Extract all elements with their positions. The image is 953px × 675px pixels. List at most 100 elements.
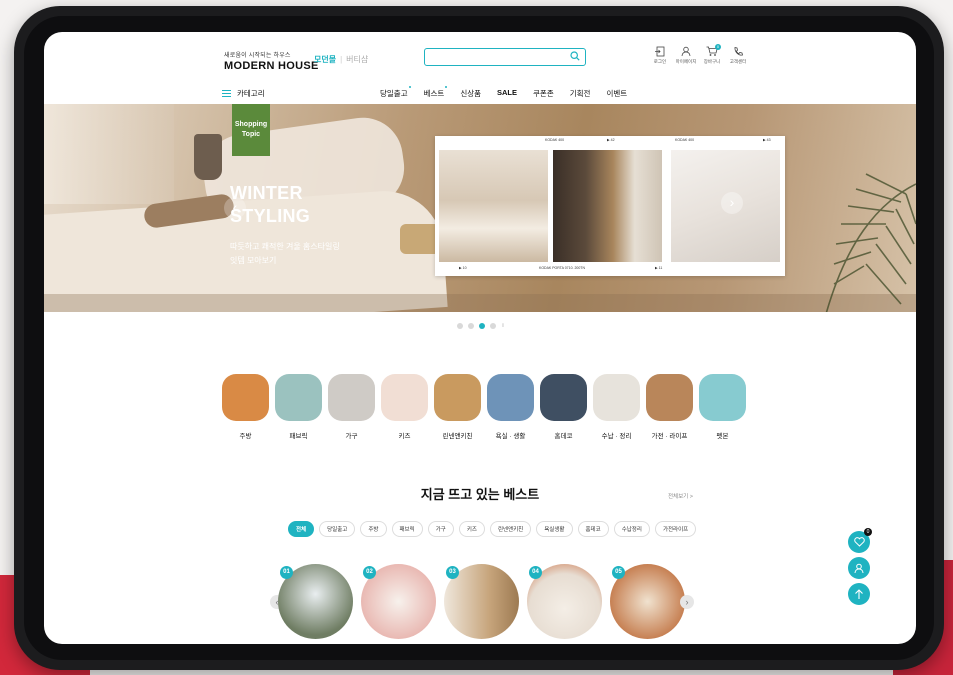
cart-count-badge: 0 [715,44,721,50]
rank-badge: 03 [446,566,459,579]
nav-item-same-day[interactable]: 당일출고 [380,86,411,99]
film-label: ▶ 10 [459,266,467,270]
category-label: 린넨앤키친 [442,433,473,440]
filter-chip[interactable]: 홈데코 [577,521,609,537]
category-menu-button[interactable]: 카테고리 [222,88,265,99]
nav-item-event[interactable]: 이벤트 [606,88,627,99]
floating-mypage-button[interactable] [848,557,870,579]
category-image [275,374,322,421]
chevron-right-icon: › [729,194,735,210]
category-label: 키즈 [398,433,411,440]
best-product-carousel: 01 02 03 04 05 [278,564,685,639]
filter-chip[interactable]: 당일출고 [319,521,356,537]
shop-tab-buttishop[interactable]: 버티샵 [346,55,368,64]
rank-badge: 02 [363,566,376,579]
banner-basket-shape [400,224,440,254]
product-card[interactable]: 02 [361,564,436,639]
filter-chip[interactable]: 패브릭 [391,521,423,537]
film-label: KODAK PORTA 0710. 200TN [539,266,585,270]
collage-bottom-strip: ▶ 10 KODAK PORTA 0710. 200TN ▶ 11 [435,266,785,276]
category-shortcuts: 주방 패브릭 가구 키즈 린넨앤키친 욕실 · 생활 홈데코 수납 · 정리 가… [222,374,746,440]
user-icon [854,563,864,573]
filter-chip[interactable]: 욕실생활 [536,521,573,537]
rank-badge: 05 [612,566,625,579]
category-kitchen[interactable]: 주방 [222,374,269,440]
chevron-left-icon: ‹ [232,199,238,215]
nav-item-new[interactable]: 신상품 [460,88,481,99]
banner-subtitle: 따듯하고 쾌적한 겨울 홈스타일링 잇템 모아보기 [230,240,340,268]
category-label: 가구 [345,433,358,440]
best-view-all-link[interactable]: 전체보기 > [668,492,693,500]
hamburger-icon [222,90,231,98]
product-card[interactable]: 01 [278,564,353,639]
product-card[interactable]: 03 [444,564,519,639]
hero-banner[interactable]: Shopping Topic WINTER STYLING 따듯하고 쾌적한 겨… [44,104,916,312]
util-label-support: 고객센터 [729,59,747,64]
filter-chip[interactable]: 주방 [360,521,387,537]
category-furniture[interactable]: 가구 [328,374,375,440]
phone-icon [734,47,743,56]
category-kids[interactable]: 키즈 [381,374,428,440]
rank-badge: 01 [280,566,293,579]
category-image [381,374,428,421]
banner-prev-button[interactable]: ‹ [224,197,246,219]
filter-chip-all[interactable]: 전체 [288,521,315,537]
pagination-dot[interactable] [457,323,463,329]
main-nav: 카테고리 당일출고 베스트 신상품 SALE 쿠폰존 기획전 이벤트 [44,84,916,104]
chevron-right-icon: › [685,597,689,607]
collage-top-strip: KODAK 400 ▶ 42 KODAK 400 ▶ 43 [435,138,785,148]
banner-subtitle-line1: 따듯하고 쾌적한 겨울 홈스타일링 [230,242,340,251]
category-image [699,374,746,421]
nav-item-sale[interactable]: SALE [497,88,517,99]
category-fabric[interactable]: 패브릭 [275,374,322,440]
wishlist-count-badge: 0 [864,528,872,536]
category-label: 주방 [239,433,252,440]
product-card[interactable]: 05 [610,564,685,639]
film-label: KODAK 400 [675,138,695,142]
scroll-to-top-button[interactable] [848,583,870,605]
nav-item-label: 당일출고 [380,89,408,98]
filter-chip[interactable]: 수납정리 [613,521,650,537]
filter-chip[interactable]: 키즈 [458,521,485,537]
shop-tab-modernmall[interactable]: 모던몰 [314,55,336,64]
nav-item-best[interactable]: 베스트 [423,86,448,99]
category-linen-kitchen[interactable]: 린넨앤키친 [434,374,481,440]
nav-item-exhibition[interactable]: 기획전 [570,88,591,99]
search-input[interactable] [429,51,563,68]
nav-item-coupon[interactable]: 쿠폰존 [533,88,554,99]
filter-chip[interactable]: 린넨앤키친 [489,521,532,537]
category-image [540,374,587,421]
category-image [487,374,534,421]
filter-chip[interactable]: 가구 [427,521,454,537]
best-filter-chips: 전체 당일출고 주방 패브릭 가구 키즈 린넨앤키친 욕실생활 홈데코 수납정리… [288,521,697,537]
banner-photo-collage: KODAK 400 ▶ 42 KODAK 400 ▶ 43 ▶ 10 KODAK… [435,136,785,276]
arrow-up-icon [855,588,863,599]
rank-badge: 04 [529,566,542,579]
pagination-dot[interactable] [490,323,496,329]
category-home-deco[interactable]: 홈데코 [540,374,587,440]
pagination-dot[interactable] [468,323,474,329]
category-pet[interactable]: 펫본 [699,374,746,440]
heart-icon [853,537,865,547]
util-support[interactable]: 고객센터 [723,46,753,65]
product-card[interactable]: 04 [527,564,602,639]
pause-icon[interactable]: ॥ [501,323,507,329]
category-label: 욕실 · 생활 [495,433,526,440]
category-storage[interactable]: 수납 · 정리 [593,374,640,440]
filter-chip[interactable]: 가전라이프 [654,521,697,537]
banner-next-button[interactable]: › [721,192,743,214]
category-bath-living[interactable]: 욕실 · 생활 [487,374,534,440]
category-label: 가전 · 라이프 [651,433,688,440]
login-icon [655,46,665,57]
site-logo[interactable]: 새로움이 시작되는 하우스 MODERN HOUSE [224,50,319,72]
pagination-dot-active[interactable] [479,323,485,329]
shopping-topic-badge: Shopping Topic [232,104,270,156]
category-appliance-life[interactable]: 가전 · 라이프 [646,374,693,440]
category-label: 홈데코 [554,433,573,440]
nav-item-label: 베스트 [423,89,445,98]
banner-curtain-shape [44,104,174,204]
floating-wishlist-button[interactable]: 0 [848,528,872,553]
best-next-button[interactable]: › [680,595,694,609]
shop-switcher: 모던몰 | 버티샵 [314,54,368,65]
search-icon[interactable] [570,51,580,61]
